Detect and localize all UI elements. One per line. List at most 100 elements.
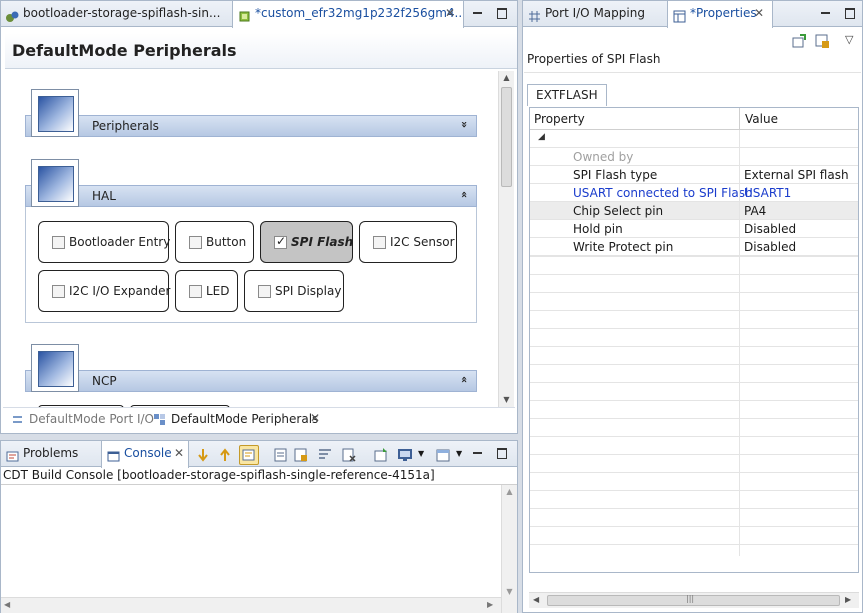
scroll-up-icon[interactable]: ▲ — [499, 71, 514, 85]
table-row[interactable]: Write Protect pin Disabled — [530, 238, 858, 256]
table-row[interactable]: USART connected to SPI Flash USART1 — [530, 184, 858, 202]
maximize-icon[interactable] — [495, 446, 509, 460]
column-divider — [739, 184, 740, 202]
view-menu-icon[interactable]: ▽ — [845, 33, 853, 46]
column-divider — [739, 166, 740, 184]
open-console-icon[interactable] — [435, 447, 451, 463]
maximize-icon[interactable] — [495, 6, 509, 20]
scroll-left-icon[interactable]: ◀ — [4, 600, 10, 609]
open-console-dropdown-icon[interactable]: ▼ — [456, 449, 462, 458]
clear-console-icon[interactable] — [341, 447, 357, 463]
pin-to-selection-icon[interactable] — [791, 33, 807, 49]
checkbox-checked[interactable] — [274, 234, 287, 249]
table-row[interactable]: SPI Flash type External SPI flash — [530, 166, 858, 184]
lock-console-icon[interactable] — [293, 447, 309, 463]
checkbox[interactable] — [373, 236, 386, 249]
button-component-button[interactable]: Button — [175, 221, 254, 263]
checkbox[interactable] — [52, 236, 65, 249]
console-output[interactable] — [1, 485, 517, 596]
column-divider — [739, 238, 740, 256]
expand-toggle-icon[interactable]: ◢ — [538, 132, 545, 142]
table-row-selected[interactable]: Chip Select pin PA4 — [530, 202, 858, 220]
column-header-property[interactable]: Property — [534, 112, 585, 126]
column-divider — [739, 108, 740, 130]
checkbox[interactable] — [189, 285, 202, 298]
tab-extflash[interactable]: EXTFLASH — [527, 84, 607, 106]
display-console-icon[interactable] — [397, 447, 413, 463]
bootloader-entry-button[interactable]: Bootloader Entry — [38, 221, 171, 263]
minimize-icon[interactable] — [471, 6, 485, 20]
scroll-down-arrow-icon[interactable] — [195, 447, 211, 463]
property-value: PA4 — [744, 204, 767, 218]
property-key: Owned by — [573, 150, 634, 164]
table-row[interactable]: ◢ — [530, 130, 858, 148]
tab-label: Console — [124, 446, 172, 460]
scroll-up-icon[interactable]: ▲ — [502, 485, 517, 499]
tab-problems[interactable]: Problems — [1, 441, 99, 467]
i2c-io-expander-button[interactable]: I2C I/O Expander — [38, 270, 170, 312]
table-row[interactable]: Owned by — [530, 148, 858, 166]
checkbox[interactable] — [258, 285, 271, 298]
scroll-left-icon[interactable]: ◀ — [533, 595, 539, 604]
scroll-thumb[interactable] — [501, 87, 512, 187]
pin-console-icon[interactable] — [273, 447, 289, 463]
console-panel: Problems Console ✕ ▼ ▼ CDT Build Console… — [0, 440, 518, 613]
spi-display-button[interactable]: SPI Display — [244, 270, 344, 312]
properties-horizontal-scrollbar[interactable]: ◀ ||| ▶ — [529, 592, 859, 608]
scroll-right-icon[interactable]: ▶ — [487, 600, 493, 609]
minimize-icon[interactable] — [471, 446, 485, 460]
collapse-chevron-icon[interactable]: « — [458, 191, 471, 198]
section-header-hal[interactable]: HAL « — [25, 185, 477, 207]
empty-rows — [530, 256, 858, 556]
page-title: DefaultMode Peripherals — [12, 41, 237, 60]
tab-port-io[interactable]: DefaultMode Port I/O — [11, 412, 154, 426]
ncp-section-icon — [31, 344, 79, 392]
editor-vertical-scrollbar[interactable]: ▲ ▼ — [498, 71, 514, 407]
close-tab-icon[interactable]: ✕ — [444, 7, 456, 20]
tab-bootloader-project[interactable]: bootloader-storage-spiflash-sin... — [1, 1, 229, 27]
close-tab-icon[interactable]: ✕ — [173, 447, 185, 460]
button-label: I2C Sensor — [390, 235, 455, 249]
led-button[interactable]: LED — [175, 270, 238, 312]
scroll-up-arrow-icon[interactable] — [217, 447, 233, 463]
column-header-value[interactable]: Value — [745, 112, 778, 126]
display-dropdown-icon[interactable]: ▼ — [418, 449, 424, 458]
close-tab-icon[interactable]: ✕ — [309, 412, 321, 425]
properties-tab-bar: Port I/O Mapping *Properties ✕ — [523, 1, 862, 28]
property-key: Write Protect pin — [573, 240, 674, 254]
tab-peripherals[interactable]: DefaultMode Peripherals — [153, 412, 318, 426]
checkbox[interactable] — [52, 285, 65, 298]
maximize-icon[interactable] — [843, 6, 857, 20]
word-wrap-icon[interactable] — [317, 447, 333, 463]
console-horizontal-scrollbar[interactable]: ◀ ▶ — [1, 597, 501, 613]
new-console-icon[interactable] — [373, 447, 389, 463]
button-label: SPI Display — [275, 284, 342, 298]
tab-port-io-mapping[interactable]: Port I/O Mapping — [523, 1, 665, 27]
tab-hwconf-editor[interactable]: *custom_efr32mg1p232f256gm4... — [232, 1, 464, 28]
scroll-lock-icon[interactable] — [239, 445, 259, 465]
scroll-down-icon[interactable]: ▼ — [499, 393, 514, 407]
tab-label: bootloader-storage-spiflash-sin... — [23, 6, 221, 20]
property-key: Chip Select pin — [573, 204, 664, 218]
column-divider — [739, 130, 740, 148]
tab-label: DefaultMode Port I/O — [29, 412, 154, 426]
column-divider — [739, 220, 740, 238]
console-tab-bar: Problems Console ✕ ▼ ▼ — [1, 441, 517, 468]
section-header-peripherals[interactable]: Peripherals » — [25, 115, 477, 137]
button-label: Bootloader Entry — [69, 235, 171, 249]
spi-flash-button[interactable]: SPI Flash — [260, 221, 353, 263]
show-categories-icon[interactable] — [814, 33, 830, 49]
section-header-ncp[interactable]: NCP « — [25, 370, 477, 392]
scroll-right-icon[interactable]: ▶ — [845, 595, 851, 604]
close-tab-icon[interactable]: ✕ — [753, 7, 765, 20]
scroll-down-icon[interactable]: ▼ — [502, 585, 517, 599]
property-value: Disabled — [744, 240, 797, 254]
expand-chevron-icon[interactable]: » — [458, 121, 471, 128]
console-vertical-scrollbar[interactable]: ▲ ▼ — [501, 485, 517, 613]
table-row[interactable]: Hold pin Disabled — [530, 220, 858, 238]
checkbox[interactable] — [189, 236, 202, 249]
i2c-sensor-button[interactable]: I2C Sensor — [359, 221, 457, 263]
collapse-chevron-icon[interactable]: « — [458, 376, 471, 383]
minimize-icon[interactable] — [819, 6, 833, 20]
chip-icon — [238, 7, 251, 22]
